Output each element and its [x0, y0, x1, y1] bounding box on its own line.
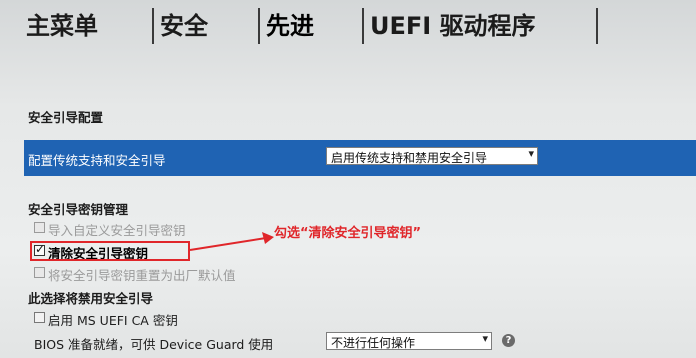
legacy-secure-boot-value: 启用传统支持和禁用安全引导 [331, 151, 488, 165]
tab-uefi-drivers[interactable]: UEFI 驱动程序 [370, 6, 536, 41]
bios-screen: 主菜单 安全 先进 UEFI 驱动程序 安全引导配置 配置传统支持和安全引导 启… [0, 0, 696, 358]
legacy-secure-boot-label: 配置传统支持和安全引导 [28, 153, 166, 168]
tab-main-menu[interactable]: 主菜单 [26, 6, 98, 41]
checkbox[interactable] [34, 267, 45, 278]
key-management-heading: 安全引导密钥管理 [28, 202, 129, 217]
legacy-secure-boot-select[interactable]: 启用传统支持和禁用安全引导 ▾ [326, 147, 538, 165]
tab-divider [362, 8, 364, 44]
secure-boot-config-heading: 安全引导配置 [28, 110, 104, 125]
device-guard-label: BIOS 准备就绪，可供 Device Guard 使用 [34, 337, 274, 352]
device-guard-value: 不进行任何操作 [331, 336, 416, 350]
annotation-text: 勾选“清除安全引导密钥” [274, 226, 422, 241]
disable-secure-boot-heading: 此选择将禁用安全引导 [28, 291, 154, 306]
checkbox[interactable] [34, 312, 45, 323]
annotation-arrow-icon [189, 232, 274, 251]
tab-divider [596, 8, 598, 44]
tab-security[interactable]: 安全 [160, 6, 208, 41]
tab-advanced[interactable]: 先进 [266, 6, 314, 41]
chevron-down-icon: ▾ [528, 147, 534, 160]
tab-divider [152, 8, 154, 44]
device-guard-select[interactable]: 不进行任何操作 ▾ [326, 332, 492, 350]
tab-divider [258, 8, 260, 44]
tab-bar: 主菜单 安全 先进 UEFI 驱动程序 [0, 0, 696, 58]
annotation-highlight-box [30, 241, 190, 261]
help-icon[interactable]: ? [502, 334, 515, 347]
legacy-secure-boot-row[interactable]: 配置传统支持和安全引导 启用传统支持和禁用安全引导 ▾ [24, 140, 696, 176]
checkbox[interactable] [34, 222, 45, 233]
ms-uefi-ca-label: 启用 MS UEFI CA 密钥 [48, 313, 178, 328]
chevron-down-icon: ▾ [482, 332, 488, 345]
reset-keys-factory-label: 将安全引导密钥重置为出厂默认值 [48, 268, 236, 283]
import-custom-keys-label: 导入自定义安全引导密钥 [48, 223, 186, 238]
